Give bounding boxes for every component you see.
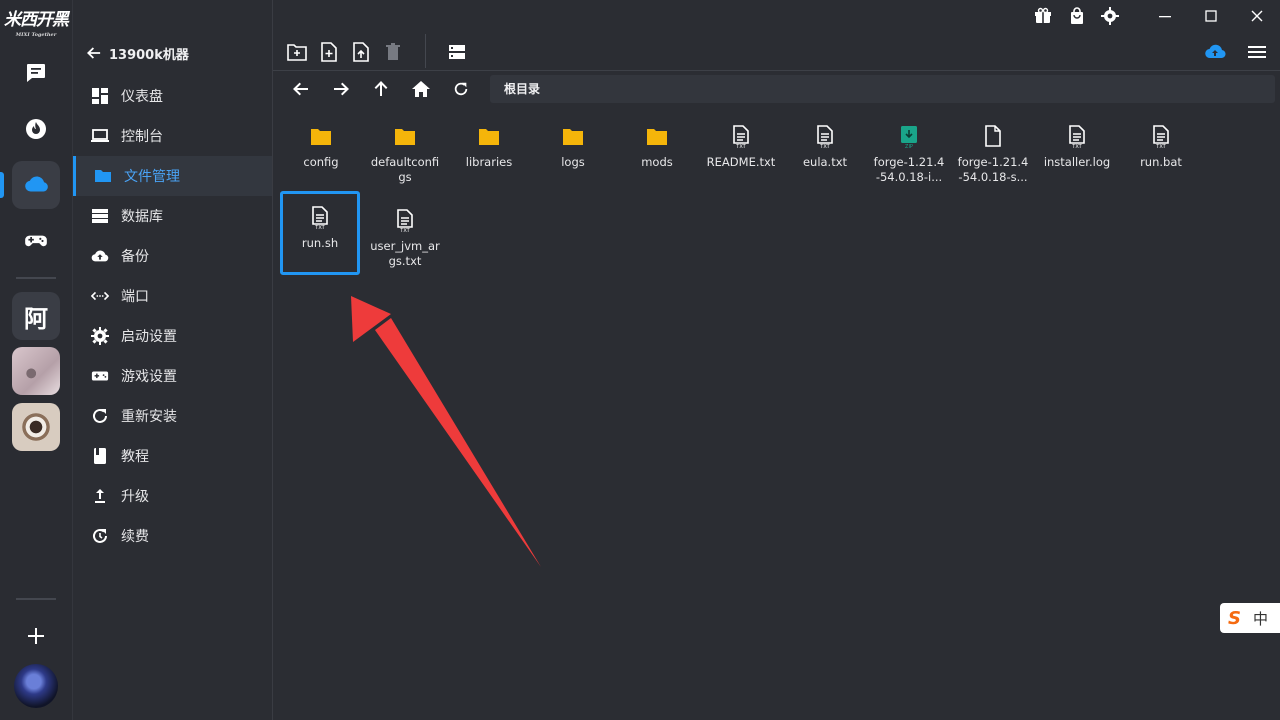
server-avatar-a[interactable]: 阿: [12, 292, 60, 340]
port-icon: [91, 291, 109, 301]
sidebar-item-upgrade[interactable]: 升级: [73, 476, 273, 516]
sidebar-item-startup[interactable]: 启动设置: [73, 316, 273, 356]
sidebar-item-tutorial[interactable]: 教程: [73, 436, 273, 476]
sidebar-item-database[interactable]: 数据库: [73, 196, 273, 236]
server-avatar-image[interactable]: [12, 403, 60, 451]
sogou-logo-icon: S: [1228, 607, 1241, 629]
monitor-icon: [91, 129, 109, 142]
rail-divider: [16, 598, 56, 600]
sidebar-item-label: 续费: [121, 529, 149, 545]
sidebar-item-dashboard[interactable]: 仪表盘: [73, 76, 273, 116]
chat-icon[interactable]: [12, 49, 60, 97]
refresh-icon: [93, 408, 107, 423]
sidebar-item-reinstall[interactable]: 重新安装: [73, 396, 273, 436]
sidebar-item-label: 控制台: [121, 129, 163, 145]
sidebar-item-console[interactable]: 控制台: [73, 116, 273, 156]
sidebar-item-label: 数据库: [121, 209, 163, 225]
rail-active-indicator: [0, 172, 4, 198]
sidebar-item-renew[interactable]: 续费: [73, 516, 273, 556]
rail-divider: [16, 277, 56, 279]
sidebar-item-label: 升级: [121, 489, 149, 505]
file-manager: 根目录 config defaultconfigs libraries logs…: [272, 0, 1280, 720]
annotation-arrow: [351, 296, 541, 567]
gear-icon: [91, 327, 109, 345]
sidebar-item-label: 文件管理: [124, 169, 180, 185]
folder-icon: [95, 170, 111, 182]
arrow-left-icon: [87, 47, 101, 59]
upgrade-icon: [95, 489, 105, 503]
sidebar-item-label: 端口: [121, 289, 149, 305]
add-server-button[interactable]: [12, 612, 60, 660]
server-avatar-image[interactable]: [12, 347, 60, 395]
app-logo: 米西开黑 MIXI Together: [4, 10, 69, 38]
sidebar-item-game-settings[interactable]: 游戏设置: [73, 356, 273, 396]
server-rail: 米西开黑 MIXI Together 阿: [0, 0, 72, 720]
sidebar-item-label: 教程: [121, 449, 149, 465]
book-icon: [94, 448, 106, 464]
renew-icon: [93, 528, 107, 543]
back-button[interactable]: 13900k机器: [87, 42, 189, 64]
sidebar-item-label: 游戏设置: [121, 369, 177, 385]
ime-mode: 中: [1252, 609, 1268, 628]
sidebar-item-label: 启动设置: [121, 329, 177, 345]
cloud-icon[interactable]: [12, 161, 60, 209]
gamepad-icon: [91, 371, 109, 381]
hot-icon[interactable]: [12, 105, 60, 153]
server-name: 13900k机器: [109, 47, 189, 63]
sidebar-item-port[interactable]: 端口: [73, 276, 273, 316]
gamepad-icon[interactable]: [12, 217, 60, 265]
dashboard-icon: [92, 88, 108, 104]
user-avatar[interactable]: [14, 664, 58, 708]
sidebar-item-label: 备份: [121, 249, 149, 265]
sidebar-item-files[interactable]: 文件管理: [73, 156, 273, 196]
sidebar-item-label: 重新安装: [121, 409, 177, 425]
server-sidebar: 13900k机器 仪表盘 控制台 文件管理 数据库 备份 端口 启动设置 游戏设…: [72, 0, 273, 720]
database-icon: [92, 209, 108, 223]
cloud-upload-icon: [91, 250, 109, 262]
sidebar-item-label: 仪表盘: [121, 89, 163, 105]
ime-indicator[interactable]: S 中: [1220, 603, 1280, 633]
sidebar-item-backup[interactable]: 备份: [73, 236, 273, 276]
